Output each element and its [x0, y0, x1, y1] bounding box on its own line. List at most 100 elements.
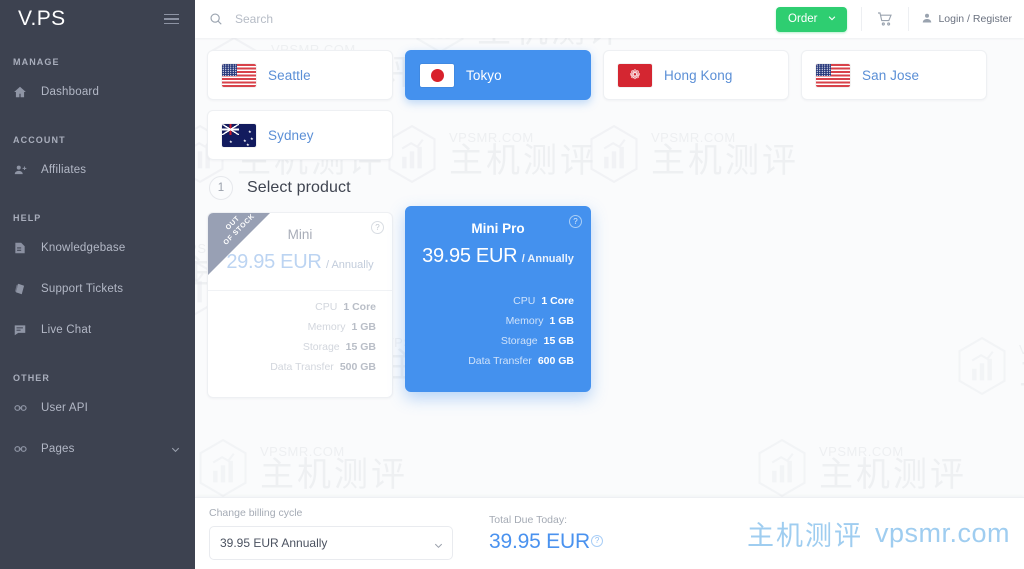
topbar-actions: Order Login / Register: [776, 0, 1024, 38]
spec-key: Data Transfer: [270, 361, 334, 373]
product-cycle: / Annually: [325, 259, 374, 271]
book-icon: [13, 241, 41, 255]
location-label: Hong Kong: [664, 67, 733, 83]
spec-row: Data Transfer 600 GB: [422, 355, 574, 375]
spec-row: CPU 1 Core: [422, 295, 574, 315]
spec-key: CPU: [513, 295, 536, 307]
ticket-icon: [13, 282, 41, 296]
sidebar-item-affiliates[interactable]: Affiliates: [0, 153, 195, 187]
spec-row: Data Transfer 500 GB: [224, 361, 376, 381]
app-root: V.PS MANAGE Dashboard ACCOUNT Affiliates…: [0, 0, 1024, 569]
sidebar-item-label: Support Tickets: [41, 283, 124, 295]
spec-row: Storage 15 GB: [224, 341, 376, 361]
billing-cycle-group: Change billing cycle 39.95 EUR Annually: [209, 507, 453, 560]
total-due-label: Total Due Today:: [489, 513, 568, 526]
watermark-domain: VPSMR.COM: [819, 443, 904, 459]
sidebar-group-help: HELP: [13, 213, 42, 223]
spec-key: CPU: [315, 301, 338, 313]
question-mark-icon[interactable]: ?: [371, 221, 384, 234]
user-icon: [921, 12, 933, 27]
spec-key: Data Transfer: [468, 355, 532, 367]
topbar: Order Login / Register: [195, 0, 1024, 38]
product-grid: OUT OF STOCK ? Mini 29.95 EUR / Annually …: [207, 206, 1012, 398]
spec-row: Memory 1 GB: [224, 321, 376, 341]
flag-au-icon: ★ ★ ★ ★ ★: [222, 123, 256, 147]
location-label: Sydney: [268, 127, 314, 143]
product-card-mini[interactable]: OUT OF STOCK ? Mini 29.95 EUR / Annually …: [207, 212, 393, 398]
spec-value: 15 GB: [345, 341, 376, 353]
product-specs: CPU 1 Core Memory 1 GB Storage 15 GB Dat…: [406, 285, 590, 391]
sidebar-item-dashboard[interactable]: Dashboard: [0, 75, 195, 109]
billing-cycle-select-wrapper[interactable]: 39.95 EUR Annually: [209, 526, 453, 560]
flag-hk-icon: ❁: [618, 63, 652, 87]
main-area: VPSMR.COM 主机测评 VPSMR.COM 主机测评 VPSMR.COM 主机测…: [195, 0, 1024, 569]
location-card-tokyo[interactable]: Tokyo: [405, 50, 591, 100]
location-label: San Jose: [862, 67, 920, 83]
total-due-amount: 39.95 EUR: [489, 529, 590, 553]
billing-cycle-select[interactable]: 39.95 EUR Annually: [209, 526, 453, 560]
spec-value: 15 GB: [543, 335, 574, 347]
spec-value: 1 GB: [549, 315, 574, 327]
watermark-cn: 主机测评: [819, 454, 967, 495]
product-name: Mini Pro: [471, 221, 525, 236]
search-input[interactable]: [235, 12, 495, 26]
spec-key: Memory: [307, 321, 346, 333]
location-card-seattle[interactable]: Seattle: [207, 50, 393, 100]
question-mark-icon[interactable]: ?: [590, 534, 603, 547]
hexagon-chart-icon: [758, 438, 806, 498]
total-due-amount-row: 39.95 EUR ?: [489, 530, 603, 554]
location-card-sydney[interactable]: ★ ★ ★ ★ ★ Sydney: [207, 110, 393, 160]
total-due-group: Total Due Today: 39.95 EUR ?: [489, 514, 603, 554]
order-button[interactable]: Order: [776, 6, 848, 32]
sidebar-item-label: Affiliates: [41, 164, 87, 176]
chat-icon: [13, 323, 41, 337]
location-label: Tokyo: [466, 67, 502, 83]
spec-key: Memory: [505, 315, 544, 327]
product-cycle: / Annually: [521, 253, 574, 265]
sidebar-item-live-chat[interactable]: Live Chat: [0, 313, 195, 347]
content: Seattle Tokyo ❁ Hong Kong San Jose ★ ★ ★…: [195, 38, 1024, 398]
search-area[interactable]: [195, 12, 776, 26]
sidebar: V.PS MANAGE Dashboard ACCOUNT Affiliates…: [0, 0, 195, 569]
product-card-mini-pro[interactable]: ? Mini Pro 39.95 EUR / Annually CPU 1 Co…: [405, 206, 591, 392]
add-user-icon: [13, 163, 41, 177]
product-price-row: 39.95 EUR / Annually: [406, 245, 590, 268]
chevron-down-icon[interactable]: [170, 444, 181, 455]
sidebar-item-pages[interactable]: Pages: [0, 432, 195, 466]
flag-us-icon: [222, 63, 256, 87]
out-of-stock-ribbon: [208, 213, 270, 275]
sidebar-header: V.PS: [0, 0, 195, 38]
spec-value: 1 Core: [343, 301, 376, 313]
link-icon: [13, 401, 41, 415]
sidebar-item-label: Live Chat: [41, 324, 92, 336]
location-card-hong-kong[interactable]: ❁ Hong Kong: [603, 50, 789, 100]
sidebar-item-knowledgebase[interactable]: Knowledgebase: [0, 231, 195, 265]
brand-logo[interactable]: V.PS: [18, 7, 66, 31]
hamburger-icon[interactable]: [164, 13, 179, 25]
login-register-label: Login / Register: [938, 13, 1012, 25]
footer-bar: Change billing cycle 39.95 EUR Annually …: [195, 497, 1024, 569]
sidebar-item-label: User API: [41, 402, 88, 414]
step-number: 1: [209, 176, 233, 200]
home-icon: [13, 85, 41, 99]
sidebar-group-other: OTHER: [13, 373, 50, 383]
watermark: VPSMR.COM主机测评: [196, 438, 408, 498]
spec-key: Storage: [302, 341, 340, 353]
product-price: 39.95 EUR: [422, 245, 518, 267]
hexagon-chart-icon: [199, 438, 247, 498]
product-header: Mini Pro 39.95 EUR / Annually: [406, 207, 590, 284]
shopping-cart-icon[interactable]: [862, 0, 908, 38]
watermark: VPSMR.COM主机测评: [755, 438, 967, 498]
sidebar-group-account: ACCOUNT: [13, 135, 66, 145]
login-register-button[interactable]: Login / Register: [909, 0, 1024, 38]
spec-value: 500 GB: [339, 361, 376, 373]
product-specs: CPU 1 Core Memory 1 GB Storage 15 GB Dat…: [208, 291, 392, 397]
search-icon: [209, 12, 223, 26]
link-icon: [13, 442, 41, 456]
sidebar-item-support-tickets[interactable]: Support Tickets: [0, 272, 195, 306]
location-card-san-jose[interactable]: San Jose: [801, 50, 987, 100]
sidebar-item-user-api[interactable]: User API: [0, 391, 195, 425]
sidebar-item-label: Pages: [41, 443, 75, 455]
chevron-down-icon: [827, 13, 837, 26]
question-mark-icon[interactable]: ?: [569, 215, 582, 228]
